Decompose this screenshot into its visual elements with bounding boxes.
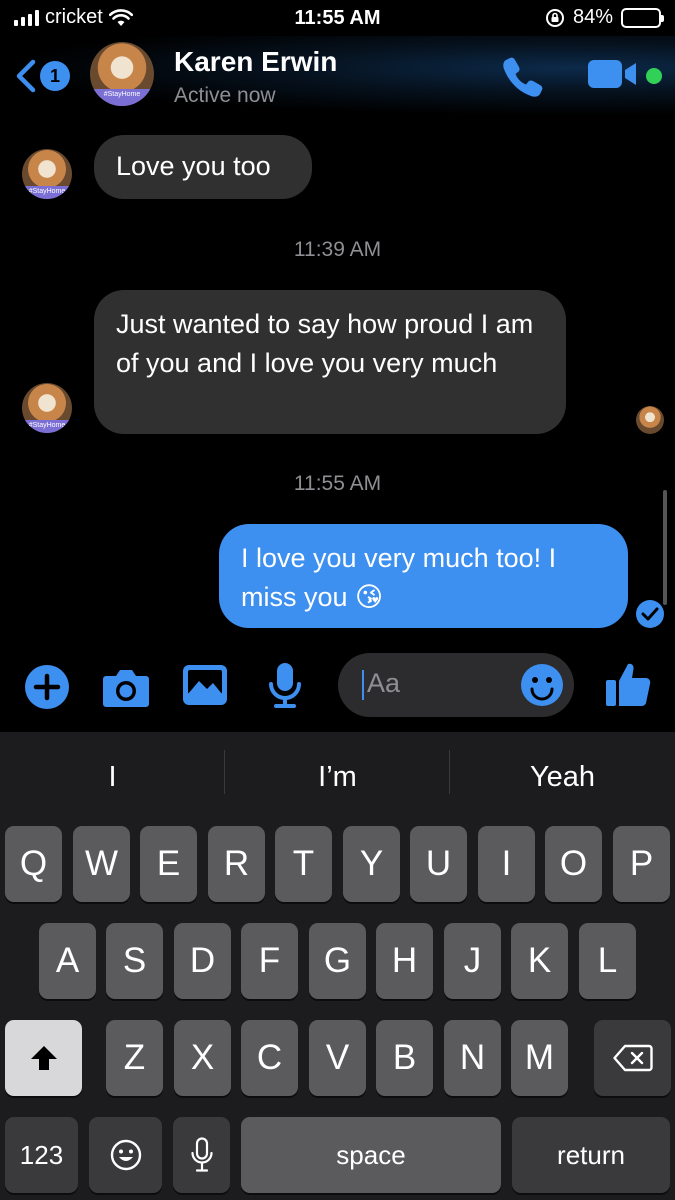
message-timestamp: 11:55 AM <box>293 472 382 495</box>
key-f[interactable]: F <box>241 923 298 999</box>
key-g[interactable]: G <box>309 923 366 999</box>
key-u[interactable]: U <box>410 826 467 902</box>
scrollbar[interactable] <box>663 490 667 605</box>
avatar-frame-text: #StayHome <box>22 186 72 199</box>
unread-count-badge: 1 <box>40 61 70 91</box>
conversation-header: 1 #StayHome Karen Erwin Active now <box>0 36 675 116</box>
battery-icon <box>621 7 664 28</box>
video-camera-icon[interactable] <box>588 58 640 90</box>
text-caret <box>362 670 364 700</box>
orientation-lock-icon <box>545 8 564 27</box>
chevron-left-icon <box>16 59 36 93</box>
message-bubble-outgoing[interactable]: I love you very much too! I miss you 😘 <box>219 524 628 628</box>
online-indicator <box>646 68 662 84</box>
emoji-keyboard-key[interactable] <box>89 1117 162 1193</box>
key-t[interactable]: T <box>275 826 332 902</box>
suggestion-1[interactable]: I <box>0 732 225 822</box>
key-l[interactable]: L <box>579 923 636 999</box>
shift-key[interactable] <box>5 1020 82 1096</box>
image-icon[interactable] <box>182 664 228 706</box>
shift-arrow-icon <box>30 1046 57 1070</box>
key-v[interactable]: V <box>309 1020 366 1096</box>
backspace-icon <box>612 1044 653 1072</box>
back-button[interactable]: 1 <box>14 58 70 94</box>
suggestion-3[interactable]: Yeah <box>450 732 675 822</box>
status-right: 84% <box>545 6 664 29</box>
key-i[interactable]: I <box>478 826 535 902</box>
key-z[interactable]: Z <box>106 1020 163 1096</box>
message-bubble-incoming[interactable]: Just wanted to say how proud I am of you… <box>94 290 566 434</box>
microphone-icon[interactable] <box>268 662 302 710</box>
microphone-icon <box>190 1137 213 1172</box>
message-input-placeholder: Aa <box>367 668 401 698</box>
sender-avatar[interactable]: #StayHome <box>22 383 72 433</box>
delivered-check-icon <box>636 600 664 628</box>
sender-avatar[interactable]: #StayHome <box>22 149 72 199</box>
key-b[interactable]: B <box>376 1020 433 1096</box>
key-c[interactable]: C <box>241 1020 298 1096</box>
key-x[interactable]: X <box>174 1020 231 1096</box>
key-y[interactable]: Y <box>343 826 400 902</box>
numbers-key[interactable]: 123 <box>5 1117 78 1193</box>
presence-status: Active now <box>174 84 276 107</box>
camera-icon[interactable] <box>102 666 150 708</box>
key-e[interactable]: E <box>140 826 197 902</box>
key-k[interactable]: K <box>511 923 568 999</box>
delete-key[interactable] <box>594 1020 671 1096</box>
key-m[interactable]: M <box>511 1020 568 1096</box>
status-bar: cricket 11:55 AM 84% <box>0 0 675 36</box>
space-key[interactable]: space <box>241 1117 501 1193</box>
contact-avatar[interactable]: #StayHome <box>90 42 154 106</box>
avatar-frame-text: #StayHome <box>90 89 154 106</box>
key-s[interactable]: S <box>106 923 163 999</box>
key-q[interactable]: Q <box>5 826 62 902</box>
key-n[interactable]: N <box>444 1020 501 1096</box>
key-j[interactable]: J <box>444 923 501 999</box>
key-h[interactable]: H <box>376 923 433 999</box>
avatar-frame-text: #StayHome <box>22 420 72 433</box>
message-timestamp: 11:39 AM <box>293 238 382 261</box>
key-p[interactable]: P <box>613 826 670 902</box>
read-receipt-avatar <box>636 406 664 434</box>
keyboard: I I’m Yeah Q W E R T Y U I O P A S D F G… <box>0 732 675 1200</box>
dictation-key[interactable] <box>173 1117 230 1193</box>
message-bubble-incoming[interactable]: Love you too <box>94 135 312 199</box>
thumbs-up-icon[interactable] <box>604 660 652 708</box>
key-r[interactable]: R <box>208 826 265 902</box>
emoji-icon <box>110 1139 141 1171</box>
key-d[interactable]: D <box>174 923 231 999</box>
suggestion-2[interactable]: I’m <box>225 732 450 822</box>
emoji-icon[interactable] <box>520 663 564 707</box>
return-key[interactable]: return <box>512 1117 670 1193</box>
key-o[interactable]: O <box>545 826 602 902</box>
contact-name[interactable]: Karen Erwin <box>174 46 337 78</box>
key-a[interactable]: A <box>39 923 96 999</box>
plus-icon[interactable] <box>24 664 70 710</box>
message-input[interactable]: Aa <box>338 653 574 717</box>
key-w[interactable]: W <box>73 826 130 902</box>
battery-percent: 84% <box>572 6 613 28</box>
phone-icon[interactable] <box>500 54 546 100</box>
